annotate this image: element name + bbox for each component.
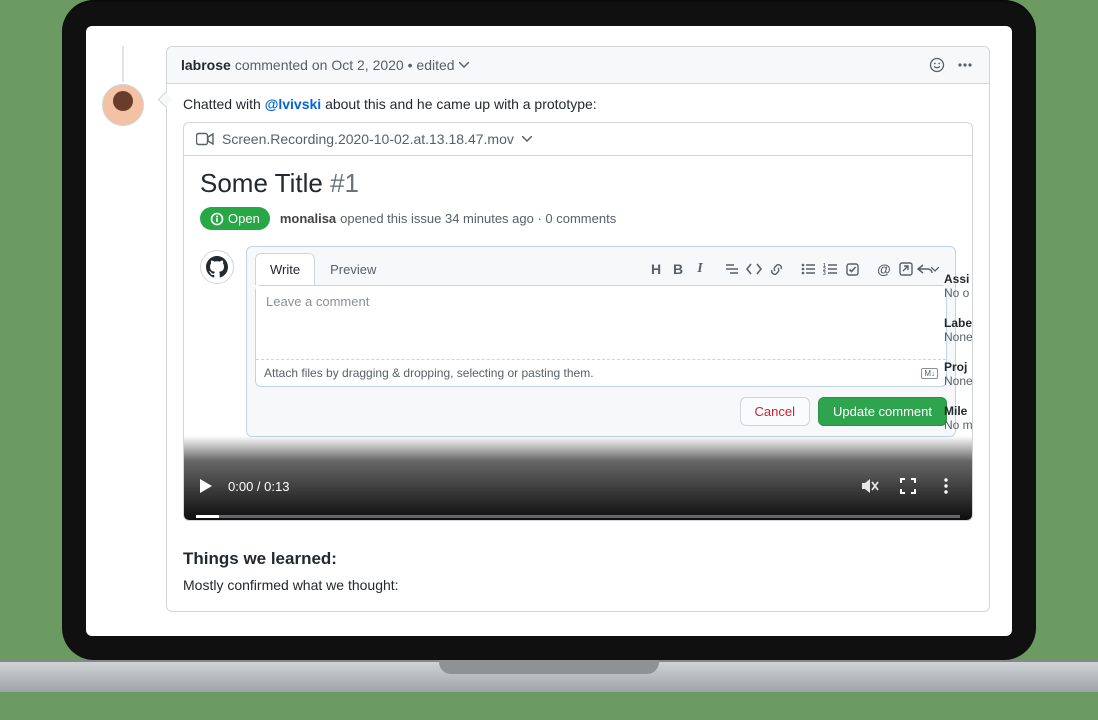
comment-editor: Write Preview H B I xyxy=(246,246,956,437)
issue-meta-text: opened this issue 34 minutes ago · 0 com… xyxy=(340,211,616,226)
kebab-icon[interactable] xyxy=(955,55,975,75)
comment-text-suffix: about this and he came up with a prototy… xyxy=(321,96,597,112)
cancel-button[interactable]: Cancel xyxy=(740,397,810,426)
chevron-down-icon[interactable] xyxy=(522,136,532,142)
bullet-list-icon[interactable] xyxy=(797,259,819,279)
video-content: Some Title #1 Open monalisa opened this … xyxy=(184,156,972,520)
svg-text:3: 3 xyxy=(823,271,826,275)
comment-card: labrose commented on Oct 2, 2020 • edite… xyxy=(166,46,990,612)
fullscreen-icon[interactable] xyxy=(898,476,918,496)
heading-icon[interactable]: H xyxy=(645,259,667,279)
issue-title: Some Title #1 xyxy=(200,168,956,199)
video-menu-icon[interactable] xyxy=(936,476,956,496)
screen: labrose commented on Oct 2, 2020 • edite… xyxy=(86,26,1012,636)
chevron-down-icon[interactable] xyxy=(459,62,469,68)
attach-hint[interactable]: Attach files by dragging & dropping, sel… xyxy=(256,359,946,386)
video-duration: 0:13 xyxy=(264,479,289,494)
issue-state-badge: Open xyxy=(200,207,270,230)
comment-author-avatar[interactable] xyxy=(102,84,144,126)
comment-header: labrose commented on Oct 2, 2020 • edite… xyxy=(167,47,989,84)
mention-icon[interactable]: @ xyxy=(873,259,895,279)
quote-icon[interactable] xyxy=(721,259,743,279)
comment-textarea[interactable] xyxy=(256,286,946,356)
editor-avatar[interactable] xyxy=(200,250,234,284)
issue-number: #1 xyxy=(330,168,359,198)
mention-link[interactable]: @lvivski xyxy=(265,96,321,112)
section-heading: Things we learned: xyxy=(183,549,973,569)
video-camera-icon xyxy=(196,132,214,146)
tab-preview[interactable]: Preview xyxy=(315,253,391,285)
video-current-time: 0:00 xyxy=(228,479,253,494)
reply-icon[interactable] xyxy=(917,259,939,279)
tab-write[interactable]: Write xyxy=(255,253,315,285)
comment-text-prefix: Chatted with xyxy=(183,96,265,112)
tasklist-icon[interactable] xyxy=(841,259,863,279)
video-attachment: Screen.Recording.2020-10-02.at.13.18.47.… xyxy=(183,122,973,521)
crossref-icon[interactable] xyxy=(895,259,917,279)
comment-date[interactable]: Oct 2, 2020 xyxy=(331,57,403,73)
code-icon[interactable] xyxy=(743,259,765,279)
comment-action: commented xyxy=(235,57,308,73)
comment-date-prefix: on xyxy=(312,57,328,73)
sidebar-peek: Assi No o Labe None Proj None Mile No m xyxy=(944,256,972,432)
volume-muted-icon[interactable] xyxy=(860,476,880,496)
video-header[interactable]: Screen.Recording.2020-10-02.at.13.18.47.… xyxy=(184,123,972,156)
timeline-line xyxy=(122,46,124,82)
italic-icon[interactable]: I xyxy=(689,259,711,279)
comment-edited-label[interactable]: edited xyxy=(416,57,454,73)
video-filename: Screen.Recording.2020-10-02.at.13.18.47.… xyxy=(222,131,514,147)
bold-icon[interactable]: B xyxy=(667,259,689,279)
number-list-icon[interactable]: 123 xyxy=(819,259,841,279)
laptop-frame: labrose commented on Oct 2, 2020 • edite… xyxy=(62,0,1036,660)
link-icon[interactable] xyxy=(765,259,787,279)
play-icon[interactable] xyxy=(200,479,212,493)
markdown-icon[interactable]: M↓ xyxy=(921,368,938,379)
section-line: Mostly confirmed what we thought: xyxy=(183,577,973,593)
update-comment-button[interactable]: Update comment xyxy=(818,397,947,426)
comment-body: Chatted with @lvivski about this and he … xyxy=(167,84,989,611)
emoji-icon[interactable] xyxy=(927,55,947,75)
video-controls: 0:00 / 0:13 xyxy=(184,436,972,520)
issue-author[interactable]: monalisa xyxy=(280,211,336,226)
laptop-base xyxy=(0,660,1098,692)
video-progress-bar[interactable] xyxy=(196,515,960,518)
comment-author-link[interactable]: labrose xyxy=(181,57,231,73)
